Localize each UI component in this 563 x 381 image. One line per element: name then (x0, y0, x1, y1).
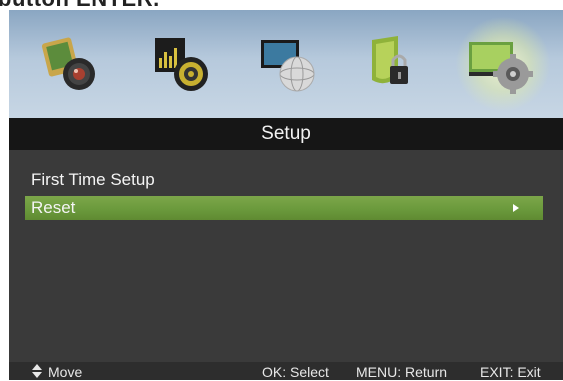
up-down-arrows-icon (32, 364, 42, 378)
submenu-arrow-icon (513, 204, 519, 212)
exit-hint: EXIT: Exit (480, 364, 541, 380)
lock-icon[interactable] (364, 36, 434, 96)
select-hint: OK: Select (262, 364, 329, 380)
page-title: Setup (261, 123, 311, 144)
return-hint: MENU: Return (356, 364, 448, 380)
footer-hints: Move OK: Select MENU: Return EXIT: Exit (9, 362, 563, 380)
move-hint: Move (48, 364, 83, 380)
menu-title-bar: Setup (9, 118, 563, 150)
menu-list: First Time Setup Reset (9, 150, 563, 362)
menu-item-label: First Time Setup (31, 170, 155, 189)
picture-icon[interactable] (39, 36, 109, 96)
menu-item-label: Reset (31, 198, 76, 217)
sound-icon[interactable] (149, 36, 219, 96)
channel-icon[interactable] (259, 36, 329, 96)
menu-icon-bar (9, 10, 563, 118)
tv-osd-menu: Setup First Time Setup Reset Move OK: Se… (9, 10, 563, 380)
menu-item-first-time-setup[interactable]: First Time Setup (25, 168, 543, 192)
menu-item-reset[interactable]: Reset (25, 196, 543, 220)
setup-icon[interactable] (455, 16, 551, 112)
